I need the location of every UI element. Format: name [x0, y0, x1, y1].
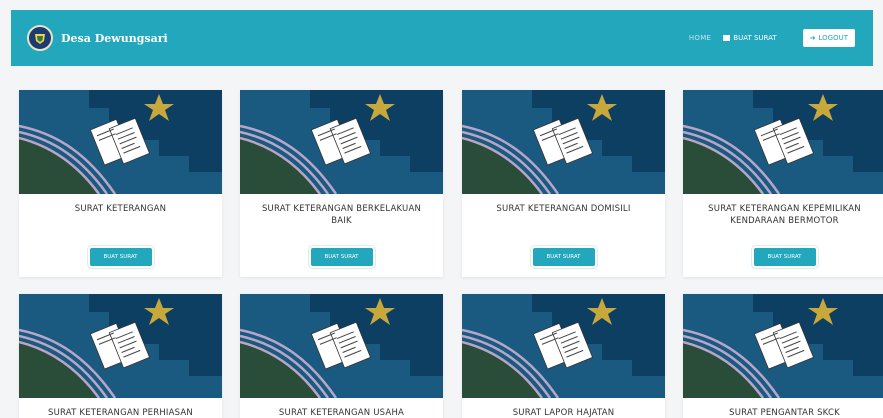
letter-grid: SURAT KETERANGAN BUAT SURAT SURAT KETERA…	[0, 0, 883, 418]
card-title: SURAT KETERANGAN DOMISILI	[496, 204, 631, 214]
buat-surat-button[interactable]: BUAT SURAT	[89, 248, 152, 266]
card-title: SURAT LAPOR HAJATAN	[512, 408, 615, 418]
letter-illustration	[240, 90, 443, 194]
letter-illustration	[462, 294, 665, 398]
letter-card: SURAT KETERANGAN USAHA	[240, 294, 443, 418]
card-title: SURAT PENGANTAR SKCK	[729, 408, 840, 418]
letter-illustration	[19, 294, 222, 398]
letter-illustration	[240, 294, 443, 398]
letter-card: SURAT KETERANGAN KEPEMILIKAN KENDARAAN B…	[683, 90, 883, 277]
letter-illustration	[462, 90, 665, 194]
letter-card: SURAT KETERANGAN PERHIASAN	[19, 294, 222, 418]
card-title: SURAT KETERANGAN BERKELAKUAN BAIK	[261, 204, 422, 226]
card-title: SURAT KETERANGAN KEPEMILIKAN KENDARAAN B…	[708, 204, 861, 226]
card-title: SURAT KETERANGAN USAHA	[278, 408, 405, 418]
letter-card: SURAT PENGANTAR SKCK	[683, 294, 883, 418]
letter-card: SURAT KETERANGAN DOMISILI BUAT SURAT	[462, 90, 665, 277]
letter-illustration	[683, 90, 883, 194]
buat-surat-button[interactable]: BUAT SURAT	[753, 248, 816, 266]
letter-card: SURAT KETERANGAN BERKELAKUAN BAIK BUAT S…	[240, 90, 443, 277]
letter-card: SURAT KETERANGAN BUAT SURAT	[19, 90, 222, 277]
card-title: SURAT KETERANGAN	[74, 204, 167, 214]
card-title: SURAT KETERANGAN PERHIASAN	[48, 408, 193, 418]
buat-surat-button[interactable]: BUAT SURAT	[532, 248, 595, 266]
letter-card: SURAT LAPOR HAJATAN	[462, 294, 665, 418]
letter-illustration	[19, 90, 222, 194]
letter-illustration	[683, 294, 883, 398]
buat-surat-button[interactable]: BUAT SURAT	[310, 248, 373, 266]
